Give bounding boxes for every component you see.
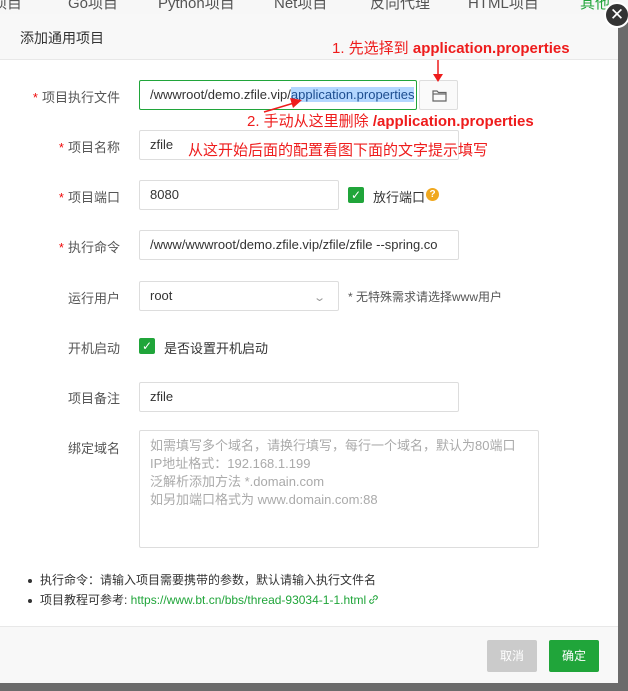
autostart-checkbox-label: 是否设置开机启动: [164, 341, 269, 356]
exec-file-label: * 项目执行文件: [32, 90, 120, 105]
run-user-select[interactable]: root: [139, 281, 339, 311]
bullet: [28, 578, 32, 583]
dialog-footer: 取消 确定: [0, 626, 618, 683]
bg-tab[interactable]: HTML项目: [468, 0, 539, 13]
required-mark: *: [58, 190, 64, 205]
bg-tab[interactable]: Net项目: [274, 0, 327, 13]
placeholder-line: IP地址格式：192.168.1.199: [150, 456, 311, 471]
browse-folder-button[interactable]: [419, 80, 458, 110]
port-label: * 项目端口: [58, 190, 120, 205]
command-input[interactable]: /www/wwwroot/demo.zfile.vip/zfile/zfile …: [139, 230, 459, 260]
annotation-step1: 1. 先选择到 application.properties: [332, 40, 570, 57]
bg-tab[interactable]: Python项目: [158, 0, 235, 13]
link-icon: [369, 595, 378, 604]
bg-tab[interactable]: 项目: [0, 0, 22, 13]
help-icon[interactable]: ?: [426, 188, 439, 201]
placeholder-line: 泛解析添加方法 *.domain.com: [150, 474, 325, 489]
run-user-hint: * 无特殊需求请选择www用户: [348, 290, 503, 304]
command-label: * 执行命令: [58, 240, 120, 255]
background-tab-strip: 项目 Go项目 Python项目 Net项目 反向代理 HTML项目 其他: [0, 0, 628, 15]
placeholder-line: 如需填写多个域名，请换行填写，每行一个域名，默认为80端口: [150, 438, 516, 453]
remark-label: 项目备注: [67, 391, 120, 406]
tip-command: 执行命令：请输入项目需要携带的参数，默认请输入执行文件名: [28, 571, 376, 588]
open-port-label: 放行端口: [373, 190, 426, 205]
autostart-checkbox[interactable]: ✓: [139, 338, 155, 354]
bg-tab[interactable]: 反向代理: [370, 0, 430, 13]
tutorial-link[interactable]: https://www.bt.cn/bbs/thread-93034-1-1.h…: [131, 593, 366, 607]
name-label: * 项目名称: [58, 140, 120, 155]
annotation-arrow-up: [263, 98, 302, 113]
run-user-label: 运行用户: [67, 291, 120, 306]
check-icon: ✓: [350, 188, 362, 202]
required-mark: *: [58, 140, 64, 155]
annotation-arrow-down: [433, 60, 443, 82]
domain-label: 绑定域名: [67, 441, 120, 456]
dialog-title: 添加通用项目: [20, 30, 104, 46]
placeholder-line: 如另加端口格式为 www.domain.com:88: [150, 492, 378, 507]
bg-tab[interactable]: Go项目: [68, 0, 118, 13]
chevron-down-icon: ⌄: [313, 292, 327, 304]
remark-input[interactable]: zfile: [139, 382, 459, 412]
open-port-checkbox[interactable]: ✓: [348, 187, 364, 203]
selected-text: application.properties: [290, 87, 415, 102]
required-mark: *: [58, 240, 64, 255]
port-input[interactable]: 8080: [139, 180, 339, 210]
tip-tutorial: 项目教程可参考: https://www.bt.cn/bbs/thread-93…: [28, 591, 379, 608]
confirm-button[interactable]: 确定: [549, 640, 599, 672]
annotation-note: 从这开始后面的配置看图下面的文字提示填写: [188, 142, 489, 159]
cancel-button[interactable]: 取消: [487, 640, 537, 672]
bullet: [28, 598, 32, 603]
required-mark: *: [32, 90, 38, 105]
check-icon: ✓: [141, 339, 153, 353]
close-icon[interactable]: ✕: [604, 2, 628, 28]
domain-textarea[interactable]: 如需填写多个域名，请换行填写，每行一个域名，默认为80端口 IP地址格式：192…: [139, 430, 539, 548]
autostart-label: 开机启动: [67, 341, 120, 356]
folder-icon: [432, 90, 447, 102]
